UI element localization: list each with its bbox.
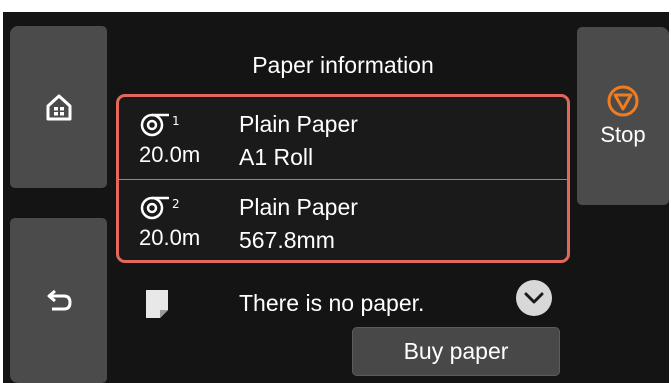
- svg-text:2: 2: [172, 197, 180, 211]
- page-title: Paper information: [252, 52, 434, 78]
- back-button[interactable]: [10, 218, 107, 383]
- roll-1-paper-size: A1 Roll: [239, 144, 314, 170]
- roll-2-paper-size: 567.8mm: [239, 227, 335, 253]
- svg-text:1: 1: [172, 114, 180, 128]
- roll-1-paper-type: Plain Paper: [239, 111, 358, 137]
- stop-button[interactable]: Stop: [577, 27, 669, 205]
- roll-2-item[interactable]: 2 20.0m Plain Paper 567.8mm: [119, 180, 567, 262]
- roll-2-length: 20.0m: [139, 225, 201, 250]
- touch-panel: Stop Paper information 1 20.0m Plain Pap…: [3, 12, 669, 383]
- roll-1-icon: 1: [140, 113, 180, 137]
- roll-paper-list[interactable]: 1 20.0m Plain Paper A1 Roll 2 20.0m Plai…: [116, 94, 570, 263]
- roll-2-icon: 2: [140, 196, 180, 220]
- expand-button[interactable]: [516, 280, 552, 316]
- roll-2-paper-type: Plain Paper: [239, 194, 358, 220]
- back-arrow-icon: [47, 289, 72, 310]
- sheet-status-text: There is no paper.: [239, 290, 425, 316]
- sheet-paper-icon: [146, 290, 168, 318]
- buy-paper-button[interactable]: Buy paper: [352, 327, 560, 376]
- stop-label: Stop: [600, 122, 646, 147]
- chevron-down-icon: [524, 292, 544, 304]
- roll-1-item[interactable]: 1 20.0m Plain Paper A1 Roll: [119, 97, 567, 180]
- roll-1-length: 20.0m: [139, 142, 201, 167]
- printer-screen: Stop Paper information 1 20.0m Plain Pap…: [0, 0, 671, 383]
- home-icon: [46, 94, 71, 121]
- home-button[interactable]: [10, 26, 107, 188]
- stop-icon: [607, 85, 639, 117]
